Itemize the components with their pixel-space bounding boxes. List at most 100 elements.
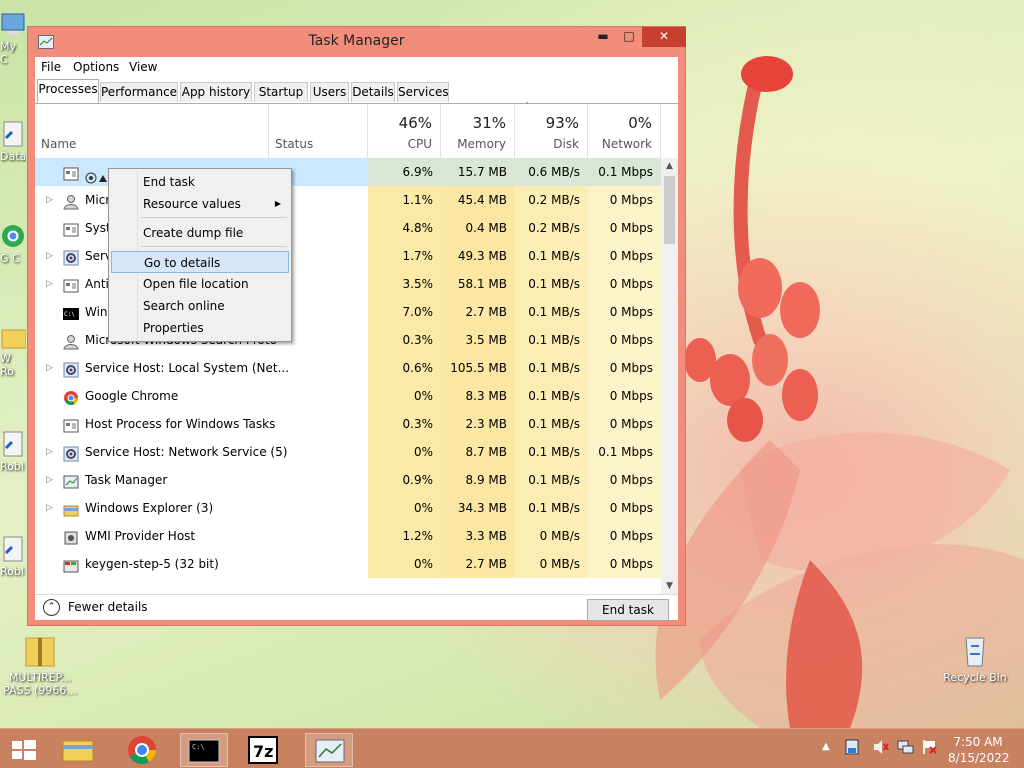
header-status[interactable]: Status [269,104,368,158]
expand-arrow-icon[interactable]: ▷ [46,242,53,270]
menu-item-search-online[interactable]: Search online [111,295,289,317]
expand-arrow-icon[interactable]: ▷ [46,186,53,214]
cell-name: ▷ Windows Explorer (3) [35,494,368,522]
scroll-down-icon[interactable]: ▼ [661,578,678,594]
desktop-icon-multirep[interactable]: MULTIREP... PASS (9966... [0,632,80,697]
user-icon [63,192,79,210]
console-icon: C:\ [63,304,79,320]
menu-item-resource-values[interactable]: Resource values ▶ [111,193,289,215]
start-button[interactable] [0,733,48,767]
header-cpu[interactable]: 46% CPU [368,104,441,158]
desktop-icon-roblox-2[interactable]: Robl [0,535,26,578]
shortcut-icon [0,535,26,565]
menu-item-properties[interactable]: Properties [111,317,289,339]
desktop-icon-my-computer[interactable]: My C [0,10,26,66]
table-row[interactable]: ▷ Service Host: Network Service (5) 0% 8.7 … [35,438,661,466]
table-row[interactable]: ▷ Service Host: Local System (Net... 0.6% 1… [35,354,661,382]
scroll-up-icon[interactable]: ▲ [661,158,678,174]
expand-arrow-icon[interactable]: ▷ [46,354,53,382]
cell-cpu: 4.8% [368,214,441,242]
tab-users[interactable]: Users [310,82,349,102]
cell-cpu: 0.3% [368,326,441,354]
submenu-arrow-icon: ▶ [274,199,281,208]
window-title: Task Manager [308,33,405,49]
menu-item-open-file-location[interactable]: Open file location [111,273,289,295]
desktop-icon-recycle-bin[interactable]: Recycle Bin [935,632,1015,684]
volume-muted-icon[interactable] [873,739,889,758]
header-disk[interactable]: ˄ 93% Disk [515,102,588,158]
desktop-icon-folder-w[interactable]: W Ro [0,322,26,378]
tab-processes[interactable]: Processes [37,79,99,103]
system-clock[interactable]: 7:50 AM 8/15/2022 [948,734,1010,766]
shortcut-icon [0,120,26,150]
desktop-icon-chrome[interactable]: G C [0,222,26,265]
process-name: WMI Provider Host [85,529,196,543]
recycle-bin-icon [958,632,992,668]
close-button[interactable]: ✕ [642,27,686,47]
header-network[interactable]: 0% Network [588,104,661,158]
expand-arrow-icon[interactable]: ▷ [46,270,53,298]
header-memory[interactable]: 31% Memory [441,104,515,158]
cell-disk: 0.1 MB/s [515,242,588,270]
table-row[interactable]: WMI Provider Host 1.2% 3.3 MB 0 MB/s 0 Mbps [35,522,661,550]
gear-icon [63,444,79,462]
cell-cpu: 0% [368,382,441,410]
cell-disk: 0.1 MB/s [515,354,588,382]
desktop-icon-data[interactable]: Data [0,120,26,163]
menu-item-create-dump[interactable]: Create dump file [111,222,289,244]
action-center-icon[interactable] [845,739,859,758]
fewer-details-label: Fewer details [68,600,148,614]
taskbar-command-prompt[interactable]: C:\ [180,733,228,767]
tab-performance[interactable]: Performance [100,82,178,102]
title-bar[interactable]: Task Manager ▬ □ ✕ [28,27,686,57]
cell-disk: 0.1 MB/s [515,270,588,298]
cell-name: WMI Provider Host [35,522,368,550]
app-icon [63,416,79,433]
tab-details[interactable]: Details [351,82,395,102]
expand-arrow-icon[interactable]: ▷ [46,438,53,466]
minimize-button[interactable]: ▬ [590,27,616,47]
keygen-icon [63,556,79,573]
network-icon[interactable] [897,739,915,758]
cell-memory: 2.3 MB [441,410,515,438]
menu-options[interactable]: Options [73,60,119,74]
cell-memory: 49.3 MB [441,242,515,270]
scroll-thumb[interactable] [664,176,675,244]
clock-date: 8/15/2022 [948,751,1010,765]
expand-arrow-icon[interactable]: ▷ [46,494,53,522]
taskbar-task-manager[interactable] [305,733,353,767]
cell-disk: 0.1 MB/s [515,326,588,354]
header-name[interactable]: Name [35,104,269,158]
table-row[interactable]: ▷ Windows Explorer (3) 0% 34.3 MB 0.1 MB/s 0 … [35,494,661,522]
table-row[interactable]: ▷ Task Manager 0.9% 8.9 MB 0.1 MB/s 0 Mbps [35,466,661,494]
cell-network: 0 Mbps [588,354,661,382]
process-name: Anti [85,277,109,291]
maximize-button[interactable]: □ [616,27,642,47]
folder-icon [0,322,26,352]
cell-network: 0 Mbps [588,466,661,494]
chevron-up-icon: ⌃ [43,599,60,616]
taskbar-file-explorer[interactable] [54,733,102,767]
menu-item-end-task[interactable]: End task [111,171,289,193]
table-row[interactable]: keygen-step-5 (32 bit) 0% 2.7 MB 0 MB/s 0 Mb… [35,550,661,578]
end-task-button[interactable]: End task [587,599,669,621]
show-hidden-icons-icon[interactable]: ▲ [822,741,830,752]
column-header: Name Status 46% CPU 31% Memory ˄ 93% Dis… [35,102,678,158]
header-name-label: Name [41,137,77,151]
taskbar-google-chrome[interactable] [118,733,166,767]
clock-time: 7:50 AM [953,735,1003,749]
desktop-icon-roblox-1[interactable]: Robl [0,430,26,473]
menu-item-go-to-details[interactable]: Go to details [111,251,289,273]
menu-view[interactable]: View [129,60,157,74]
table-row[interactable]: Host Process for Windows Tasks 0.3% 2.3 MB… [35,410,661,438]
vertical-scrollbar[interactable]: ▲ ▼ [661,158,678,594]
taskbar-7zip[interactable]: 7z [240,733,288,767]
tab-app-history[interactable]: App history [180,82,252,102]
expand-arrow-icon[interactable]: ▷ [46,466,53,494]
menu-file[interactable]: File [41,60,61,74]
fewer-details-button[interactable]: ⌃ Fewer details [43,599,148,616]
table-row[interactable]: Google Chrome 0% 8.3 MB 0.1 MB/s 0 Mbps [35,382,661,410]
tab-startup[interactable]: Startup [254,82,308,102]
flag-icon[interactable] [922,739,938,758]
tab-services[interactable]: Services [397,82,449,102]
